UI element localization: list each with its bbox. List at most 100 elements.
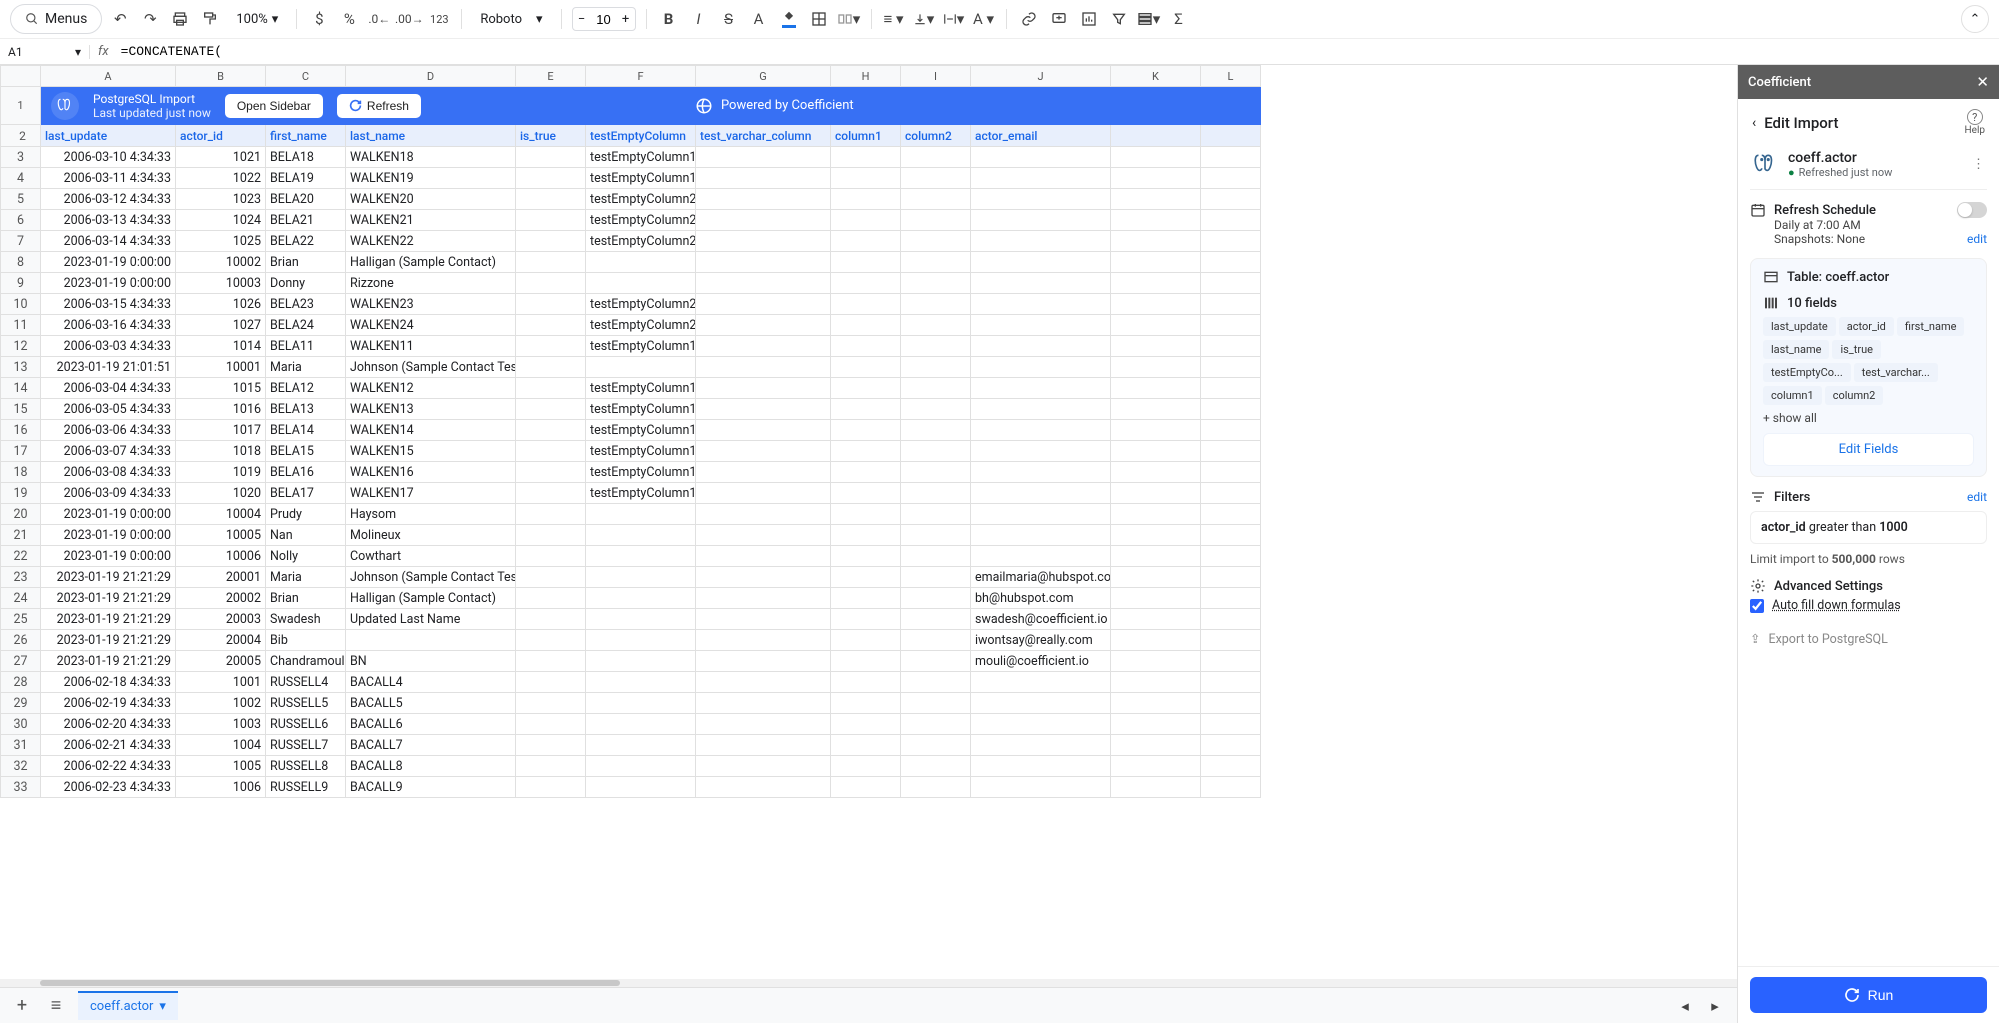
field-chip[interactable]: test_varchar... <box>1854 363 1938 382</box>
field-chip[interactable]: last_update <box>1763 317 1836 336</box>
table-row[interactable]: 18 2006-03-08 4:34:331019BELA16WALKEN16 … <box>1 462 1261 483</box>
run-button[interactable]: Run <box>1750 977 1987 1013</box>
redo-icon[interactable]: ↷ <box>138 7 162 31</box>
sheet-tab[interactable]: coeff.actor ▾ <box>78 991 178 1020</box>
table-row[interactable]: 19 2006-03-09 4:34:331020BELA17WALKEN17 … <box>1 483 1261 504</box>
text-color-icon[interactable]: A <box>747 7 771 31</box>
close-icon[interactable]: ✕ <box>1976 73 1989 91</box>
row-header[interactable]: 3 <box>1 147 41 168</box>
row-header[interactable]: 18 <box>1 462 41 483</box>
table-row[interactable]: 23 2023-01-19 21:21:2920001MariaJohnson … <box>1 567 1261 588</box>
column-header-row[interactable]: A B C D E F G H I J K L <box>1 66 1261 87</box>
font-size-minus[interactable]: − <box>573 8 591 30</box>
col-header[interactable]: J <box>971 66 1111 87</box>
table-row[interactable]: 30 2006-02-20 4:34:331003RUSSELL6BACALL6 <box>1 714 1261 735</box>
row-header[interactable]: 29 <box>1 693 41 714</box>
insert-chart-icon[interactable] <box>1077 7 1101 31</box>
help-button[interactable]: ? Help <box>1965 109 1985 136</box>
print-icon[interactable] <box>168 7 192 31</box>
functions-icon[interactable]: Σ <box>1167 7 1191 31</box>
field-chip[interactable]: column2 <box>1825 386 1884 405</box>
table-row[interactable]: 14 2006-03-04 4:34:331015BELA12WALKEN12 … <box>1 378 1261 399</box>
field-chip[interactable]: is_true <box>1832 340 1881 359</box>
h-align-icon[interactable]: ≡ ▾ <box>882 7 906 31</box>
row-header[interactable]: 14 <box>1 378 41 399</box>
formula-input[interactable] <box>117 44 1999 59</box>
row-header[interactable]: 4 <box>1 168 41 189</box>
table-row[interactable]: 9 2023-01-19 0:00:0010003DonnyRizzone <box>1 273 1261 294</box>
table-row[interactable]: 15 2006-03-05 4:34:331016BELA13WALKEN13 … <box>1 399 1261 420</box>
col-header[interactable]: D <box>346 66 516 87</box>
kebab-menu-icon[interactable]: ⋮ <box>1972 157 1985 172</box>
col-header[interactable]: H <box>831 66 901 87</box>
increase-decimal-icon[interactable]: .00→ <box>397 7 421 31</box>
undo-icon[interactable]: ↶ <box>108 7 132 31</box>
row-header[interactable]: 1 <box>1 87 41 125</box>
currency-icon[interactable]: $ <box>307 7 331 31</box>
show-all-link[interactable]: + show all <box>1763 407 1974 425</box>
col-header[interactable]: A <box>41 66 176 87</box>
field-chip[interactable]: actor_id <box>1839 317 1894 336</box>
row-header[interactable]: 26 <box>1 630 41 651</box>
row-header[interactable]: 32 <box>1 756 41 777</box>
table-row[interactable]: 12 2006-03-03 4:34:331014BELA11WALKEN11 … <box>1 336 1261 357</box>
sheet-nav-right-icon[interactable]: ▸ <box>1703 994 1727 1018</box>
field-header[interactable]: first_name <box>266 125 346 147</box>
col-header[interactable]: B <box>176 66 266 87</box>
row-header[interactable]: 30 <box>1 714 41 735</box>
field-header[interactable]: column2 <box>901 125 971 147</box>
row-header[interactable]: 11 <box>1 315 41 336</box>
menus-button[interactable]: Menus <box>10 4 102 34</box>
filter-views-icon[interactable]: ▾ <box>1137 7 1161 31</box>
filters-edit-link[interactable]: edit <box>1967 490 1987 504</box>
field-header[interactable]: testEmptyColumn <box>586 125 696 147</box>
row-header[interactable]: 13 <box>1 357 41 378</box>
field-header[interactable]: actor_id <box>176 125 266 147</box>
font-family-select[interactable]: Roboto▾ <box>472 8 550 31</box>
row-header[interactable]: 7 <box>1 231 41 252</box>
collapse-toolbar-icon[interactable]: ⌃ <box>1961 5 1989 33</box>
bold-icon[interactable]: B <box>657 7 681 31</box>
row-header[interactable]: 25 <box>1 609 41 630</box>
table-row[interactable]: 22 2023-01-19 0:00:0010006NollyCowthart <box>1 546 1261 567</box>
all-sheets-button[interactable]: ≡ <box>44 994 68 1018</box>
field-header[interactable]: is_true <box>516 125 586 147</box>
decrease-decimal-icon[interactable]: .0← <box>367 7 391 31</box>
merge-cells-icon[interactable]: ▾ <box>837 7 861 31</box>
snapshots-edit-link[interactable]: edit <box>1967 232 1987 246</box>
table-row[interactable]: 29 2006-02-19 4:34:331002RUSSELL5BACALL5 <box>1 693 1261 714</box>
name-box[interactable]: A1 ▾ <box>0 45 90 59</box>
grid[interactable]: A B C D E F G H I J K L 1 <box>0 65 1261 798</box>
row-header[interactable]: 8 <box>1 252 41 273</box>
row-header[interactable]: 23 <box>1 567 41 588</box>
export-section[interactable]: ⇪ Export to PostgreSQL <box>1750 625 1987 647</box>
font-size-plus[interactable]: + <box>617 8 635 30</box>
table-row[interactable]: 16 2006-03-06 4:34:331017BELA14WALKEN14 … <box>1 420 1261 441</box>
row-header[interactable]: 9 <box>1 273 41 294</box>
row-header[interactable]: 33 <box>1 777 41 798</box>
table-row[interactable]: 7 2006-03-14 4:34:331025BELA22WALKEN22 t… <box>1 231 1261 252</box>
table-row[interactable]: 20 2023-01-19 0:00:0010004PrudyHaysom <box>1 504 1261 525</box>
horizontal-scrollbar[interactable] <box>0 979 1737 987</box>
paint-format-icon[interactable] <box>198 7 222 31</box>
table-row[interactable]: 21 2023-01-19 0:00:0010005NanMolineux <box>1 525 1261 546</box>
field-header[interactable] <box>1111 125 1201 147</box>
add-sheet-button[interactable]: + <box>10 994 34 1018</box>
text-wrap-icon[interactable]: ▾ <box>942 7 966 31</box>
field-chip[interactable]: last_name <box>1763 340 1829 359</box>
field-header[interactable]: last_name <box>346 125 516 147</box>
field-header[interactable]: last_update <box>41 125 176 147</box>
filter-icon[interactable] <box>1107 7 1131 31</box>
table-row[interactable]: 3 2006-03-10 4:34:331021BELA18WALKEN18 t… <box>1 147 1261 168</box>
col-header[interactable]: C <box>266 66 346 87</box>
row-header[interactable]: 27 <box>1 651 41 672</box>
percent-icon[interactable]: % <box>337 7 361 31</box>
font-size-input[interactable] <box>591 8 617 30</box>
edit-fields-button[interactable]: Edit Fields <box>1763 433 1974 466</box>
table-row[interactable]: 26 2023-01-19 21:21:2920004Bib iwontsay@… <box>1 630 1261 651</box>
row-header[interactable]: 15 <box>1 399 41 420</box>
table-row[interactable]: 31 2006-02-21 4:34:331004RUSSELL7BACALL7 <box>1 735 1261 756</box>
col-header[interactable]: I <box>901 66 971 87</box>
field-chip[interactable]: testEmptyCo... <box>1763 363 1851 382</box>
strikethrough-icon[interactable]: S <box>717 7 741 31</box>
